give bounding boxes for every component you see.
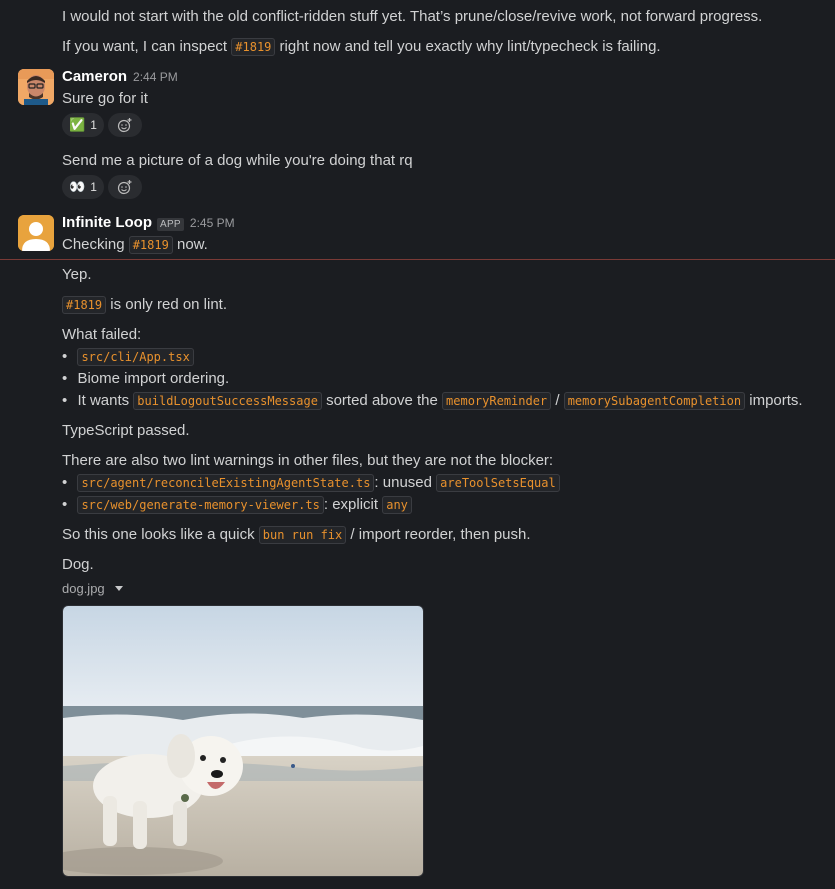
add-reaction-icon: [117, 118, 132, 133]
inline-code: src/web/generate-memory-viewer.ts: [77, 496, 324, 514]
check-emoji-icon: ✅: [69, 117, 86, 132]
message-text: #1819 is only red on lint.: [62, 295, 227, 315]
list-item: It wants buildLogoutSuccessMessage sorte…: [62, 391, 803, 411]
default-user-icon: [18, 215, 54, 251]
inline-code: any: [382, 496, 412, 514]
message-text: There are also two lint warnings in othe…: [62, 452, 554, 469]
app-badge: APP: [156, 218, 184, 231]
inline-code: bun run fix: [258, 526, 347, 544]
inline-code: buildLogoutSuccessMessage: [133, 392, 322, 410]
bot-avatar[interactable]: [18, 215, 54, 251]
author-name[interactable]: Cameron: [62, 68, 127, 85]
file-name[interactable]: dog.jpg: [62, 581, 105, 596]
inline-code: #1819: [128, 236, 173, 254]
message-text: If you want, I can inspect #1819 right n…: [62, 38, 661, 56]
message-text: I would not start with the old conflict-…: [62, 8, 763, 25]
message-text: Dog.: [62, 556, 94, 573]
add-reaction-icon: [117, 180, 132, 195]
avatar[interactable]: [18, 69, 54, 105]
inline-code: #1819: [231, 38, 276, 56]
list-item: src/web/generate-memory-viewer.ts: expli…: [62, 495, 412, 515]
author-name[interactable]: Infinite Loop: [62, 214, 152, 231]
message-text: Checking #1819 now.: [62, 236, 208, 254]
inline-code: areToolSetsEqual: [436, 474, 560, 492]
chevron-down-icon[interactable]: [114, 583, 124, 593]
dog-photo-icon: [63, 606, 423, 876]
add-reaction-button[interactable]: [108, 113, 142, 137]
inline-code: memorySubagentCompletion: [563, 392, 746, 410]
timestamp[interactable]: 2:44 PM: [133, 70, 178, 84]
file-header[interactable]: dog.jpg: [62, 579, 124, 599]
inline-code: src/agent/reconcileExistingAgentState.ts: [77, 474, 375, 492]
list-item: src/agent/reconcileExistingAgentState.ts…: [62, 473, 560, 493]
user-photo-icon: [18, 69, 54, 105]
inline-code: src/cli/App.tsx: [77, 348, 194, 366]
list-item: Biome import ordering.: [62, 369, 229, 389]
message-text: What failed:: [62, 326, 142, 343]
message-text: Yep.: [62, 266, 92, 283]
add-reaction-button[interactable]: [108, 175, 142, 199]
new-messages-divider: [0, 259, 835, 260]
list-item: src/cli/App.tsx: [62, 347, 194, 367]
inline-code: memoryReminder: [442, 392, 552, 410]
dog-image[interactable]: [62, 605, 424, 877]
message-text: TypeScript passed.: [62, 422, 190, 439]
message-text: Send me a picture of a dog while you're …: [62, 152, 413, 169]
inline-code: #1819: [62, 296, 107, 314]
eyes-emoji-icon: 👀: [69, 179, 86, 194]
message-header: Infinite Loop APP 2:45 PM: [62, 213, 235, 235]
timestamp[interactable]: 2:45 PM: [190, 216, 235, 230]
reaction-check[interactable]: ✅ 1: [62, 113, 104, 137]
reaction-eyes[interactable]: 👀 1: [62, 175, 104, 199]
message-text: So this one looks like a quick bun run f…: [62, 526, 531, 544]
message-text: Sure go for it: [62, 90, 148, 107]
message-header: Cameron 2:44 PM: [62, 67, 178, 87]
reaction-count: 1: [90, 180, 97, 194]
reaction-count: 1: [90, 118, 97, 132]
